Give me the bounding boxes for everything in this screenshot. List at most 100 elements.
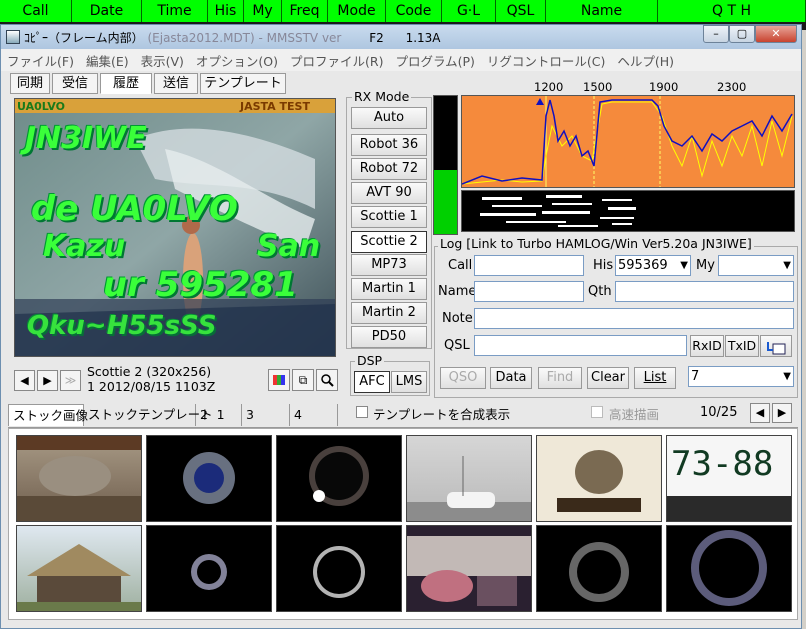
- image-corner-call: UA0LVO: [17, 100, 65, 113]
- thumbnail[interactable]: [406, 435, 532, 522]
- list-count-value: 7: [691, 369, 700, 384]
- maximize-button[interactable]: ▢: [729, 25, 755, 43]
- list-count-select[interactable]: 7 ▼: [688, 366, 794, 387]
- mode-scottie2-button[interactable]: Scottie 2: [351, 231, 427, 253]
- thumbnail[interactable]: [536, 435, 662, 522]
- header-column: Date: [72, 0, 142, 22]
- menu-options[interactable]: オプション(O): [196, 51, 278, 70]
- image-line-san: San: [257, 229, 321, 264]
- log-header-bar: Call Date Time His My Freq Mode Code G·L QSL Name Q…: [0, 0, 806, 22]
- menu-edit[interactable]: 編集(E): [86, 51, 129, 70]
- image-line-footer: Qku~H55sSS: [27, 311, 217, 341]
- waterfall-display[interactable]: [461, 190, 795, 232]
- note-input[interactable]: [474, 308, 794, 329]
- prev-image-button[interactable]: ◀: [14, 370, 35, 391]
- template-overlay-checkbox[interactable]: [356, 406, 368, 418]
- data-button[interactable]: Data: [490, 367, 532, 389]
- header-column: G·L: [442, 0, 496, 22]
- image-date-info: 1 2012/08/15 1103Z: [87, 379, 216, 394]
- qth-input[interactable]: [615, 281, 794, 302]
- menu-help[interactable]: ヘルプ(H): [617, 51, 674, 70]
- thumbnail[interactable]: [276, 525, 402, 612]
- name-label: Name: [438, 284, 477, 299]
- qth-label: Qth: [588, 284, 612, 299]
- last-image-button[interactable]: ≫: [60, 370, 81, 391]
- menu-view[interactable]: 表示(V): [141, 51, 184, 70]
- tab-send[interactable]: 送信: [154, 73, 198, 94]
- clear-button[interactable]: Clear: [587, 367, 629, 389]
- tab-history[interactable]: 履歴: [100, 73, 152, 94]
- list-button[interactable]: List: [634, 367, 676, 389]
- mode-avt90-button[interactable]: AVT 90: [351, 182, 427, 204]
- image-line-name: Kazu: [43, 229, 126, 264]
- menu-profile[interactable]: プロファイル(R): [290, 51, 383, 70]
- rx-mode-label: RX Mode: [352, 89, 412, 104]
- mode-martin1-button[interactable]: Martin 1: [351, 278, 427, 300]
- header-column: Code: [386, 0, 442, 22]
- tab-stock-template-4[interactable]: 4: [290, 404, 338, 426]
- my-label: My: [696, 258, 715, 273]
- page-counter: 10/25: [700, 405, 738, 420]
- mode-robot36-button[interactable]: Robot 36: [351, 134, 427, 156]
- scale-1900: 1900: [649, 80, 679, 94]
- tab-template[interactable]: テンプレート: [200, 73, 286, 94]
- spectrum-display[interactable]: [461, 95, 795, 188]
- received-image[interactable]: UA0LVO JASTA TEST JN3IWE de UA0LVO Kazu …: [14, 98, 336, 357]
- thumbnail[interactable]: [16, 435, 142, 522]
- chevron-down-icon: ▼: [783, 260, 791, 271]
- thumbnail[interactable]: [666, 525, 792, 612]
- thumbnail[interactable]: [536, 525, 662, 612]
- zoom-image-button[interactable]: [316, 369, 338, 391]
- afc-button[interactable]: AFC: [354, 371, 390, 393]
- mode-robot72-button[interactable]: Robot 72: [351, 158, 427, 180]
- close-button[interactable]: ✕: [755, 25, 797, 43]
- thumbnail[interactable]: [146, 525, 272, 612]
- txid-button[interactable]: TxID: [725, 335, 759, 357]
- thumbnail[interactable]: [16, 525, 142, 612]
- call-input[interactable]: [474, 255, 584, 276]
- find-button[interactable]: Find: [538, 367, 582, 389]
- tab-stock-template-2[interactable]: 2: [196, 404, 242, 426]
- tab-receive[interactable]: 受信: [52, 73, 98, 94]
- stock-next-button[interactable]: ▶: [772, 403, 792, 423]
- his-select[interactable]: 595369 ▼: [615, 255, 691, 276]
- thumbnail[interactable]: [276, 435, 402, 522]
- tab-stock-template-3[interactable]: 3: [242, 404, 290, 426]
- high-speed-checkbox[interactable]: [591, 406, 603, 418]
- tab-sync[interactable]: 同期: [10, 73, 50, 94]
- menu-program[interactable]: プログラム(P): [395, 51, 474, 70]
- note-label: Note: [442, 311, 473, 326]
- high-speed-label: 高速描画: [609, 407, 660, 422]
- mode-scottie1-button[interactable]: Scottie 1: [351, 206, 427, 228]
- thumbnail[interactable]: [406, 525, 532, 612]
- rxid-button[interactable]: RxID: [690, 335, 724, 357]
- copy-image-button[interactable]: ⧉: [292, 369, 314, 391]
- header-column: Freq: [282, 0, 328, 22]
- name-input[interactable]: [474, 281, 584, 302]
- magnifier-icon: [321, 374, 334, 387]
- mode-auto-button[interactable]: Auto: [351, 107, 427, 129]
- template-overlay-label: テンプレートを合成表示: [373, 407, 511, 422]
- abc-convert-button[interactable]: [760, 335, 792, 357]
- mode-mp73-button[interactable]: MP73: [351, 254, 427, 276]
- lms-button[interactable]: LMS: [391, 371, 427, 393]
- tab-stock-template-1[interactable]: ストックテンプレート 1: [84, 404, 225, 426]
- minimize-button[interactable]: –: [703, 25, 729, 43]
- thumbnail[interactable]: 73-88: [666, 435, 792, 522]
- signal-level-fill: [434, 170, 457, 234]
- menu-file[interactable]: ファイル(F): [7, 51, 74, 70]
- next-image-button[interactable]: ▶: [37, 370, 58, 391]
- menu-rig-control[interactable]: リグコントロール(C): [487, 51, 605, 70]
- header-column: Name: [546, 0, 658, 22]
- qso-button[interactable]: QSO: [440, 367, 486, 389]
- mode-martin2-button[interactable]: Martin 2: [351, 302, 427, 324]
- image-edit-button[interactable]: [268, 369, 290, 391]
- my-select[interactable]: ▼: [718, 255, 794, 276]
- call-label: Call: [448, 258, 473, 273]
- mode-pd50-button[interactable]: PD50: [351, 326, 427, 348]
- stock-prev-button[interactable]: ◀: [750, 403, 770, 423]
- qsl-label: QSL: [444, 338, 470, 353]
- thumbnail[interactable]: [146, 435, 272, 522]
- tab-stock-images[interactable]: ストック画像: [8, 404, 88, 426]
- qsl-input[interactable]: [474, 335, 687, 356]
